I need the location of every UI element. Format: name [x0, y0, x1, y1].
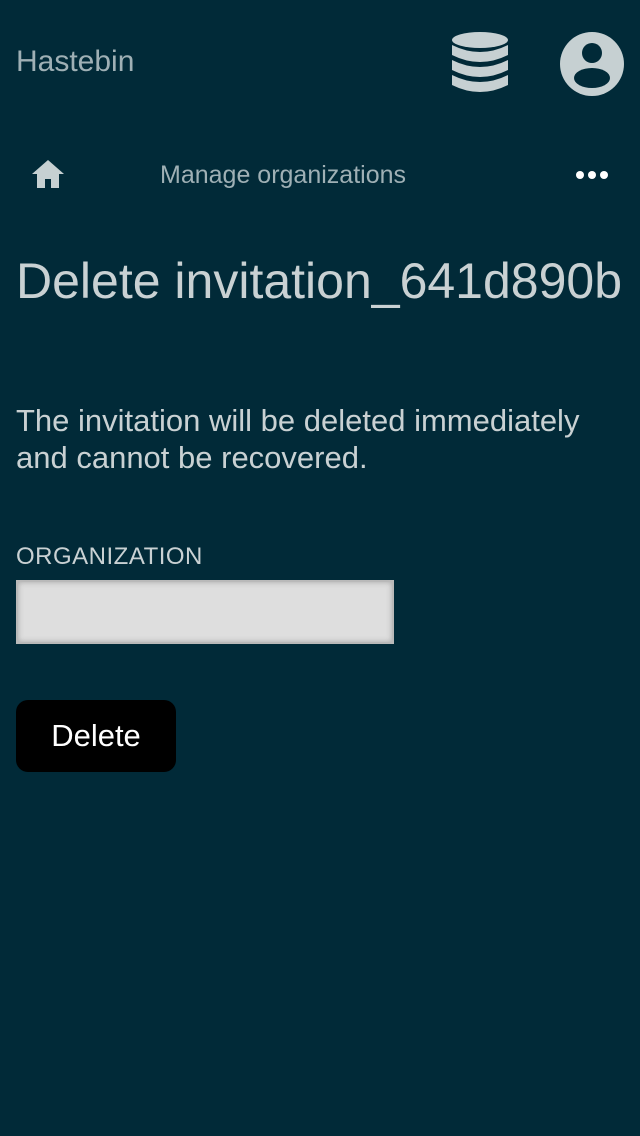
organization-input[interactable] [16, 580, 394, 644]
home-button[interactable] [28, 154, 68, 194]
delete-warning-text: The invitation will be deleted immediate… [16, 403, 580, 475]
home-icon [32, 160, 64, 188]
navigation-bar: Manage organizations [0, 140, 640, 210]
more-horizontal-icon [576, 171, 608, 179]
page-title: Delete invitation_641d890b [16, 253, 623, 309]
database-icon [452, 32, 508, 92]
organization-label: ORGANIZATION [16, 543, 203, 570]
more-options-button[interactable] [568, 160, 616, 190]
top-bar: Hastebin [0, 0, 640, 124]
delete-button[interactable]: Delete [16, 700, 176, 772]
account-circle-icon [560, 32, 624, 96]
database-button[interactable] [446, 28, 514, 100]
account-button[interactable] [556, 28, 628, 100]
breadcrumb-manage-organizations[interactable]: Manage organizations [160, 160, 406, 190]
app-title[interactable]: Hastebin [16, 42, 134, 82]
